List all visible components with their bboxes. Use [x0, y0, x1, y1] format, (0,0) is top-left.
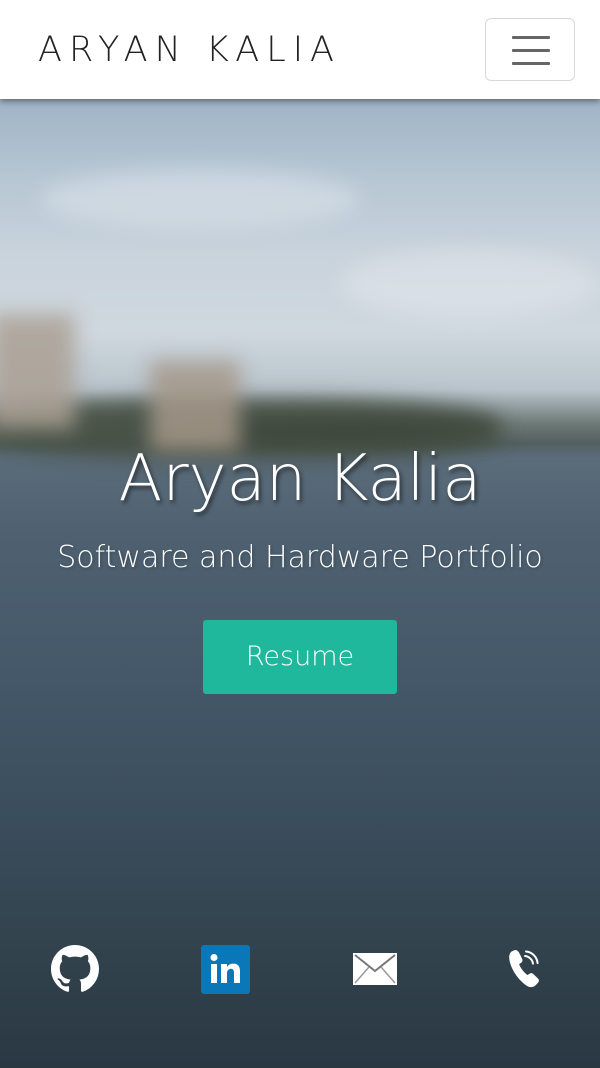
- email-icon: [353, 953, 397, 985]
- linkedin-link[interactable]: [200, 944, 250, 994]
- phone-link[interactable]: [500, 944, 550, 994]
- resume-button[interactable]: Resume: [203, 620, 397, 694]
- navbar: ARYAN KALIA: [0, 0, 600, 99]
- hero-subtitle: Software and Hardware Portfolio: [57, 540, 543, 575]
- phone-icon: [509, 950, 539, 988]
- hero-title: Aryan Kalia: [118, 442, 482, 516]
- hero-background-cloud: [40, 169, 360, 229]
- hero-background-building: [150, 361, 240, 451]
- github-link[interactable]: [50, 944, 100, 994]
- brand-link[interactable]: ARYAN KALIA: [38, 28, 341, 72]
- email-link[interactable]: [350, 944, 400, 994]
- hero-background-building: [0, 314, 75, 429]
- github-icon: [51, 945, 99, 992]
- hamburger-menu-icon-bar: [512, 49, 550, 52]
- menu-toggle-button[interactable]: [485, 18, 575, 81]
- hamburger-menu-icon: [512, 36, 550, 39]
- hamburger-menu-icon-bar: [512, 62, 550, 65]
- linkedin-icon: [200, 944, 250, 994]
- hero-section: Aryan Kalia Software and Hardware Portfo…: [0, 99, 600, 1068]
- hero-background-cloud: [340, 249, 600, 319]
